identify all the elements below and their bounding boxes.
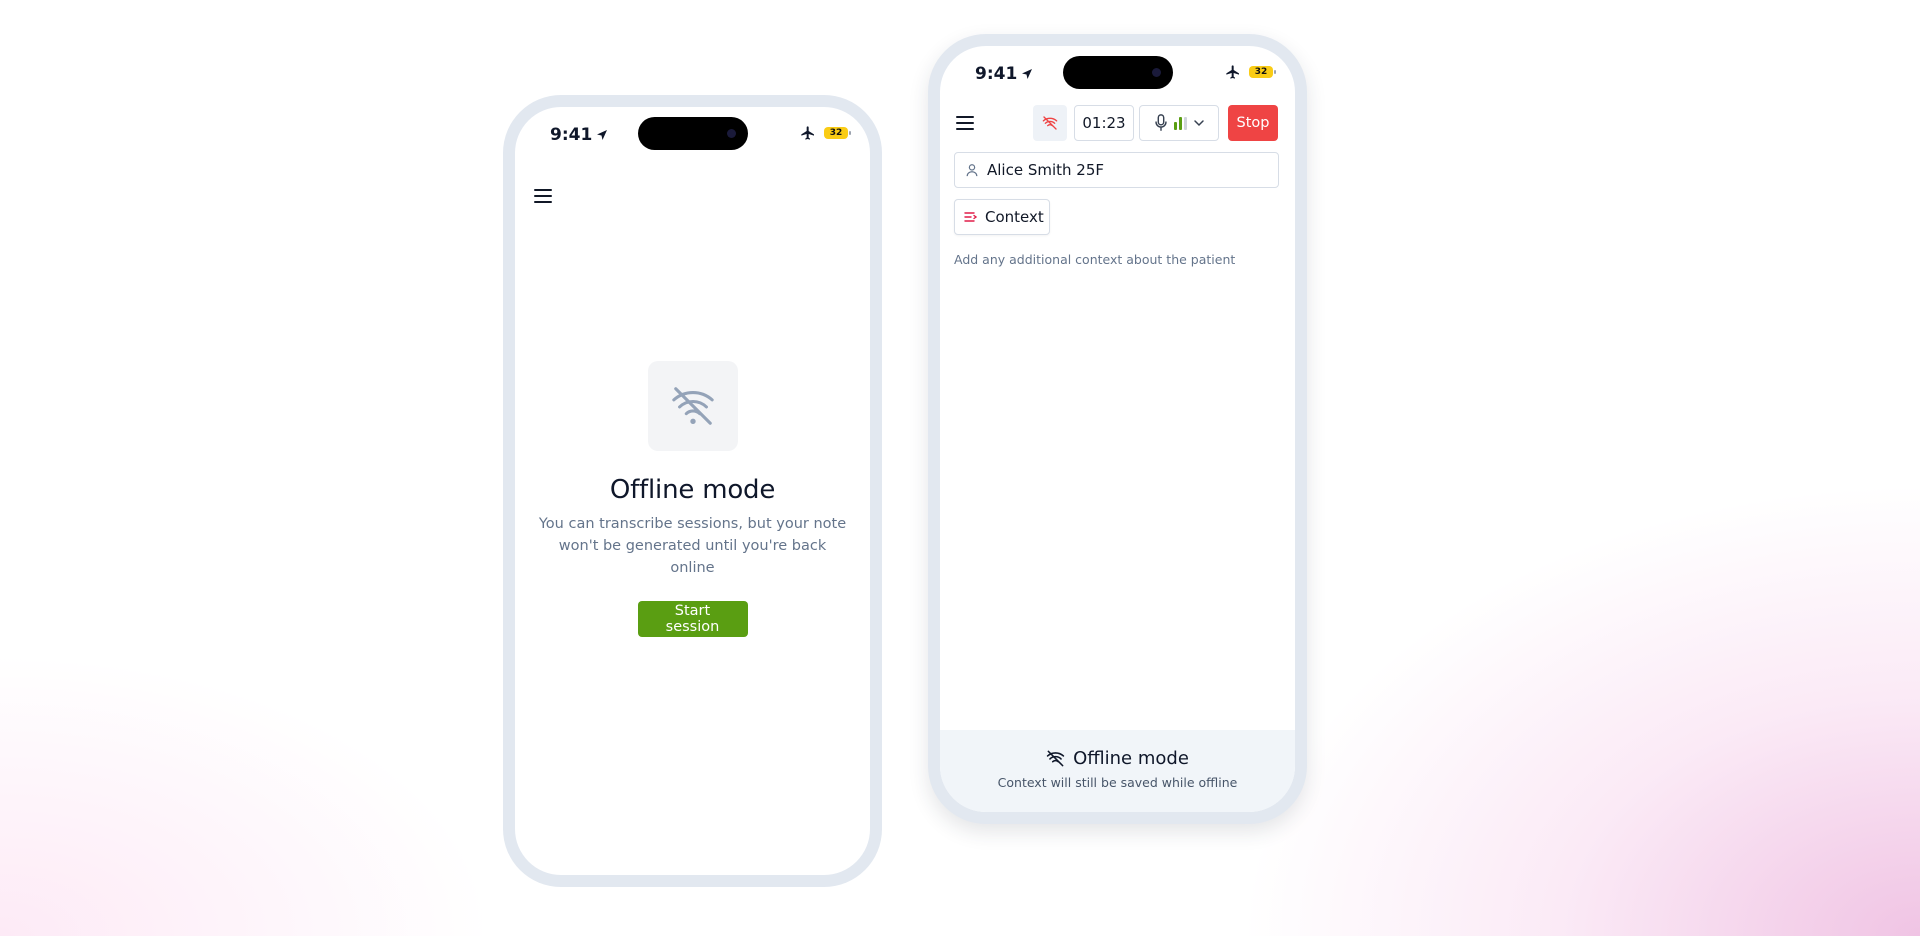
wifi-off-icon [671, 387, 714, 425]
offline-empty-state: Offline mode You can transcribe sessions… [515, 361, 870, 637]
empty-state-title: Offline mode [609, 475, 776, 505]
status-time: 9:41 [550, 125, 593, 145]
context-input[interactable]: Add any additional context about the pat… [954, 252, 1235, 267]
context-button-label: Context [985, 208, 1044, 226]
context-button[interactable]: Context [954, 199, 1050, 235]
status-time: 9:41 [975, 64, 1018, 84]
battery-indicator: 32 [824, 127, 851, 139]
offline-status-button[interactable] [1033, 105, 1067, 141]
phone-left-screen: 9:41 32 Offline mode You can transcribe … [515, 107, 870, 875]
status-bar: 9:41 32 [940, 46, 1295, 96]
empty-state-description: You can transcribe sessions, but your no… [538, 516, 847, 576]
phone-right-screen: 9:41 32 01:23 Stop Alice Smith 25F Conte… [940, 46, 1295, 812]
session-toolbar: 01:23 Stop [940, 105, 1295, 141]
offline-icon-box [647, 361, 738, 451]
menu-icon[interactable] [954, 112, 976, 134]
wifi-off-icon [1042, 116, 1058, 130]
location-arrow-icon [1022, 69, 1033, 79]
offline-footer-title: Offline mode [1073, 748, 1189, 769]
wifi-off-icon [1046, 750, 1065, 767]
audio-level-meter [1173, 116, 1187, 130]
patient-name-value: Alice Smith 25F [987, 161, 1105, 179]
microphone-icon [1154, 114, 1167, 131]
status-bar: 9:41 32 [515, 107, 870, 157]
airplane-icon [801, 126, 814, 140]
user-icon [966, 164, 978, 177]
context-lines-icon [964, 212, 978, 222]
stop-button[interactable]: Stop [1228, 105, 1278, 141]
chevron-down-icon [1193, 120, 1204, 127]
dynamic-island [637, 117, 748, 150]
menu-icon[interactable] [532, 185, 554, 207]
phone-left: 9:41 32 Offline mode You can transcribe … [503, 95, 882, 887]
location-arrow-icon [597, 130, 608, 140]
dynamic-island [1062, 56, 1173, 89]
offline-footer-subtitle: Context will still be saved while offlin… [997, 775, 1238, 790]
offline-footer: Offline mode Context will still be saved… [940, 730, 1295, 812]
patient-name-field[interactable]: Alice Smith 25F [954, 152, 1279, 188]
battery-indicator: 32 [1249, 66, 1276, 78]
microphone-selector[interactable] [1139, 105, 1219, 141]
phone-right: 9:41 32 01:23 Stop Alice Smith 25F Conte… [928, 34, 1307, 824]
start-session-button[interactable]: Start session [637, 601, 748, 637]
airplane-icon [1226, 65, 1239, 79]
session-timer: 01:23 [1074, 105, 1134, 141]
